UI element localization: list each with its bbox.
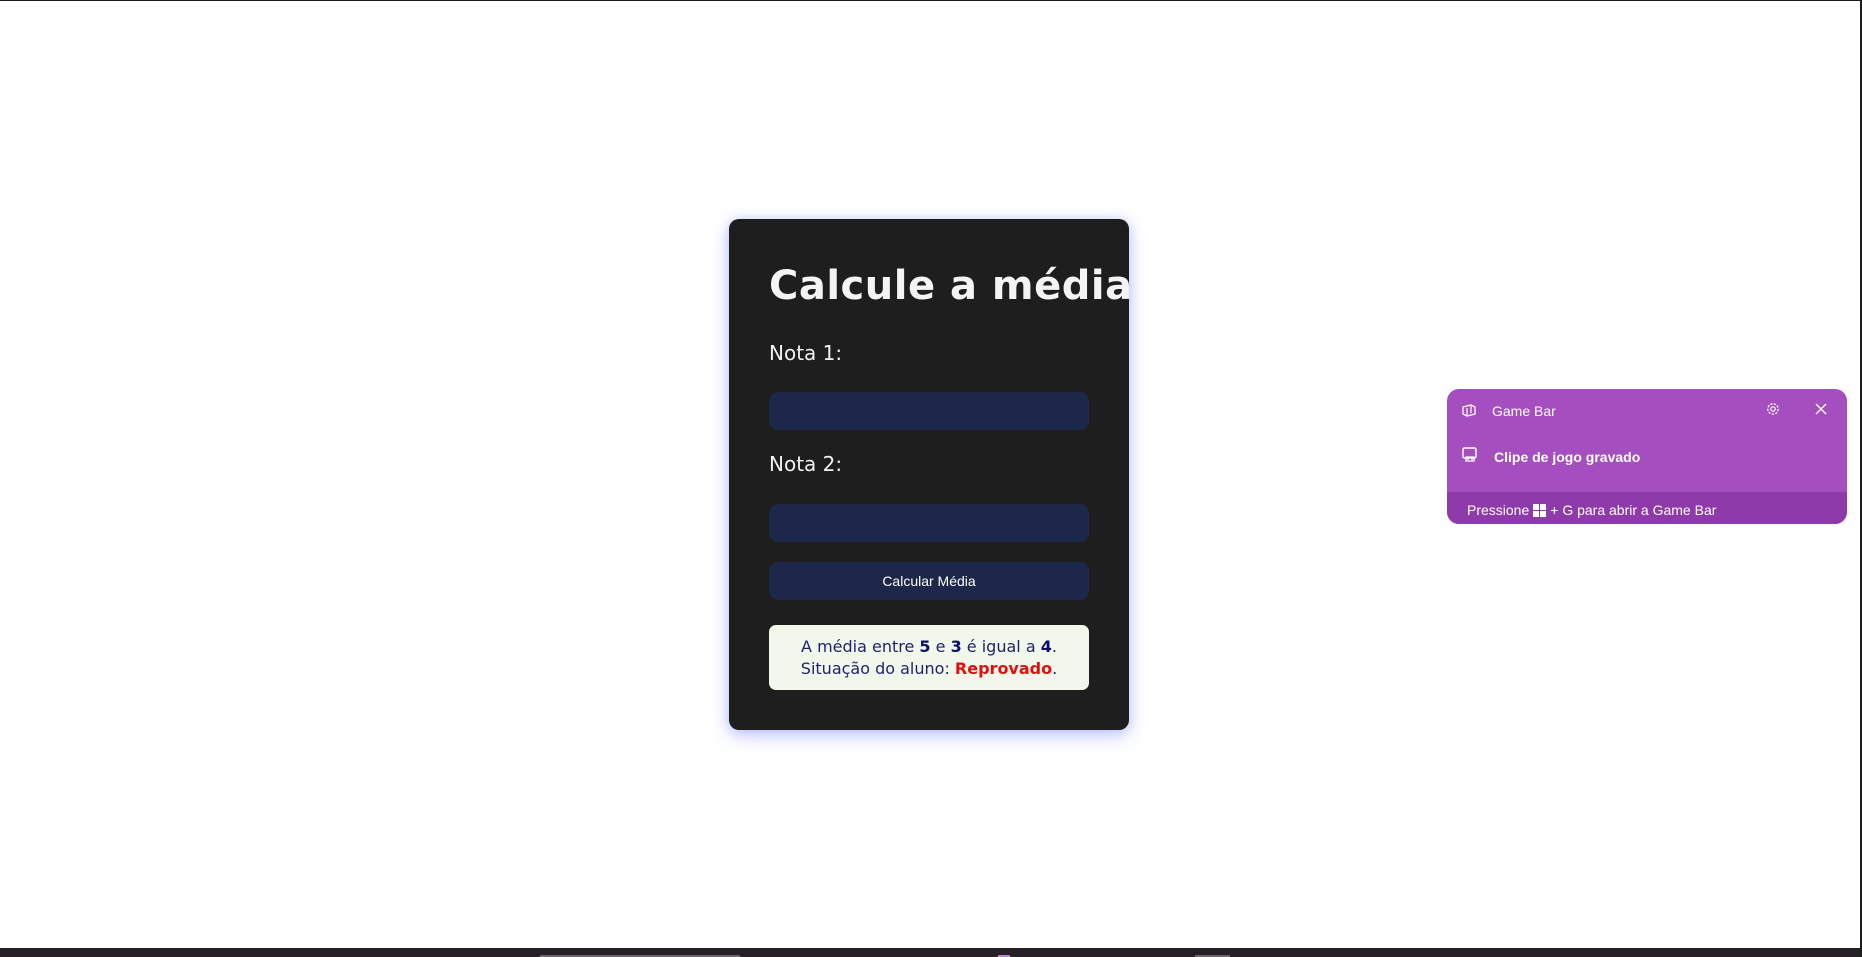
result-value-1: 5 bbox=[919, 637, 931, 656]
result-prefix: A média entre bbox=[801, 637, 920, 656]
result-value-2: 3 bbox=[950, 637, 962, 656]
calculate-average-button[interactable]: Calcular Média bbox=[769, 562, 1089, 600]
status-prefix: Situação do aluno: bbox=[800, 659, 955, 678]
status-end: . bbox=[1052, 659, 1058, 678]
game-bar-notification[interactable]: Game Bar Clipe de jogo gravado Pressione bbox=[1447, 389, 1847, 524]
notification-app-name: Game Bar bbox=[1492, 403, 1556, 419]
status-line: Situação do aluno: Reprovado. bbox=[769, 658, 1089, 680]
game-clip-icon bbox=[1461, 446, 1479, 464]
status-badge: Reprovado bbox=[954, 659, 1053, 678]
nota2-label: Nota 2: bbox=[769, 452, 843, 476]
nota1-input[interactable] bbox=[769, 392, 1089, 430]
nota1-label: Nota 1: bbox=[769, 341, 843, 365]
browser-viewport: Calcule a média Nota 1: Nota 2: Calcular… bbox=[0, 0, 1862, 957]
result-average: 4 bbox=[1040, 637, 1052, 656]
windows-key-icon bbox=[1533, 503, 1547, 517]
result-line: A média entre 5 e 3 é igual a 4. bbox=[769, 636, 1089, 658]
notification-hint: Pressione + G para abrir a Game Bar bbox=[1467, 502, 1716, 518]
result-box: A média entre 5 e 3 é igual a 4. Situaçã… bbox=[769, 625, 1089, 690]
notification-message: Clipe de jogo gravado bbox=[1494, 449, 1641, 465]
hint-text-before: Pressione bbox=[1467, 502, 1530, 518]
gear-icon[interactable] bbox=[1763, 399, 1783, 419]
result-middle: é igual a bbox=[961, 637, 1041, 656]
page-title: Calcule a média bbox=[769, 263, 1133, 309]
result-connector: e bbox=[930, 637, 951, 656]
hint-text-after: + G para abrir a Game Bar bbox=[1550, 502, 1717, 518]
close-icon[interactable] bbox=[1811, 399, 1831, 419]
taskbar-strip bbox=[0, 948, 1860, 957]
average-calculator-card: Calcule a média Nota 1: Nota 2: Calcular… bbox=[729, 219, 1132, 730]
result-end: . bbox=[1051, 637, 1057, 656]
game-bar-icon bbox=[1461, 402, 1477, 418]
nota2-input[interactable] bbox=[769, 504, 1089, 542]
